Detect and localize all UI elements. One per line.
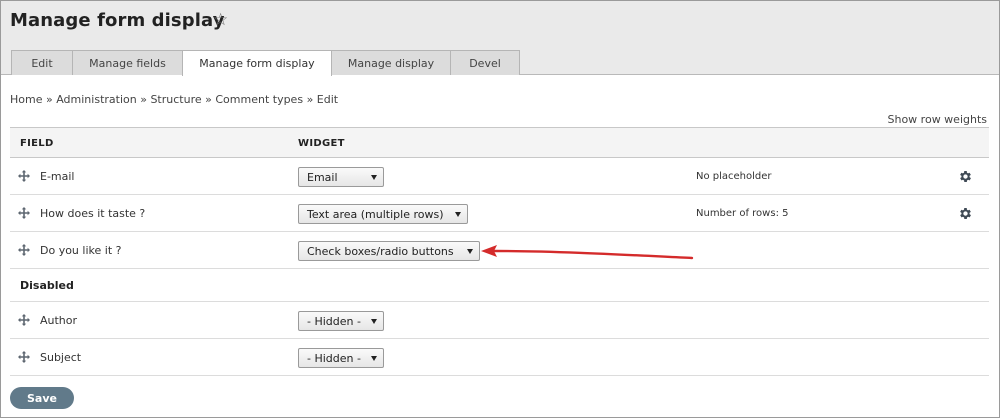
select-value: Check boxes/radio buttons (307, 244, 454, 258)
drag-handle-icon[interactable] (18, 170, 30, 182)
select-value: Email (307, 170, 338, 184)
widget-summary: No placeholder (696, 171, 772, 182)
tab-manage-fields[interactable]: Manage fields (72, 50, 183, 75)
page-frame: Manage form display ☆ Edit Manage fields… (0, 0, 1000, 418)
breadcrumb-separator: » (140, 93, 147, 106)
show-row-weights-link[interactable]: Show row weights (888, 113, 988, 126)
star-icon[interactable]: ☆ (213, 10, 228, 30)
drag-handle-icon[interactable] (18, 244, 30, 256)
table-header: FIELD WIDGET (10, 127, 989, 158)
breadcrumb: Home » Administration » Structure » Comm… (10, 93, 338, 106)
field-label: Subject (40, 351, 82, 364)
chevron-down-icon (467, 248, 473, 254)
widget-select[interactable]: - Hidden - (298, 348, 384, 368)
widget-summary: Number of rows: 5 (696, 208, 789, 219)
page-header: Manage form display ☆ Edit Manage fields… (1, 1, 999, 76)
drag-handle-icon[interactable] (18, 351, 30, 363)
tab-manage-form-display[interactable]: Manage form display (182, 50, 332, 76)
gear-icon[interactable] (958, 206, 973, 221)
tab-edit[interactable]: Edit (11, 50, 73, 75)
tab-bar: Edit Manage fields Manage form display M… (11, 50, 520, 76)
field-label: Do you like it ? (40, 244, 122, 257)
widget-select[interactable]: Email (298, 167, 384, 187)
breadcrumb-separator: » (306, 93, 314, 106)
region-row-disabled: Disabled (10, 269, 989, 302)
tab-label: Manage display (347, 56, 435, 70)
tab-label: Devel (469, 56, 501, 70)
tab-label: Manage fields (89, 56, 166, 70)
page-title: Manage form display (10, 10, 225, 31)
select-value: - Hidden - (307, 351, 361, 365)
table-row: How does it taste ? Text area (multiple … (10, 195, 989, 232)
breadcrumb-home[interactable]: Home (10, 93, 42, 106)
column-header-widget: WIDGET (298, 138, 345, 149)
breadcrumb-separator: » (205, 93, 212, 106)
field-label: Author (40, 314, 78, 327)
select-value: Text area (multiple rows) (307, 207, 444, 221)
region-title: Disabled (20, 279, 74, 292)
breadcrumb-separator: » (45, 93, 53, 106)
widget-select[interactable]: Text area (multiple rows) (298, 204, 468, 224)
table-row: Subject - Hidden - (10, 339, 989, 376)
save-button[interactable]: Save (10, 387, 74, 409)
tab-devel[interactable]: Devel (450, 50, 520, 75)
tab-label: Manage form display (199, 57, 315, 70)
chevron-down-icon (371, 318, 377, 324)
select-value: - Hidden - (307, 314, 361, 328)
chevron-down-icon (371, 174, 377, 180)
drag-handle-icon[interactable] (18, 314, 30, 326)
widget-select[interactable]: - Hidden - (298, 311, 384, 331)
chevron-down-icon (455, 211, 461, 217)
breadcrumb-administration[interactable]: Administration (56, 93, 137, 106)
table-row: E-mail Email No placeholder (10, 158, 989, 195)
field-label: How does it taste ? (40, 207, 146, 220)
tab-label: Edit (31, 56, 53, 70)
drag-handle-icon[interactable] (18, 207, 30, 219)
field-label: E-mail (40, 170, 75, 183)
column-header-field: FIELD (20, 138, 54, 149)
tab-manage-display[interactable]: Manage display (331, 50, 451, 75)
chevron-down-icon (371, 355, 377, 361)
breadcrumb-structure[interactable]: Structure (150, 93, 201, 106)
widget-select[interactable]: Check boxes/radio buttons (298, 241, 480, 261)
breadcrumb-edit[interactable]: Edit (317, 93, 338, 106)
gear-icon[interactable] (958, 169, 973, 184)
breadcrumb-comment-types[interactable]: Comment types (215, 93, 303, 106)
annotation-arrow-icon (481, 245, 694, 260)
table-row: Author - Hidden - (10, 302, 989, 339)
